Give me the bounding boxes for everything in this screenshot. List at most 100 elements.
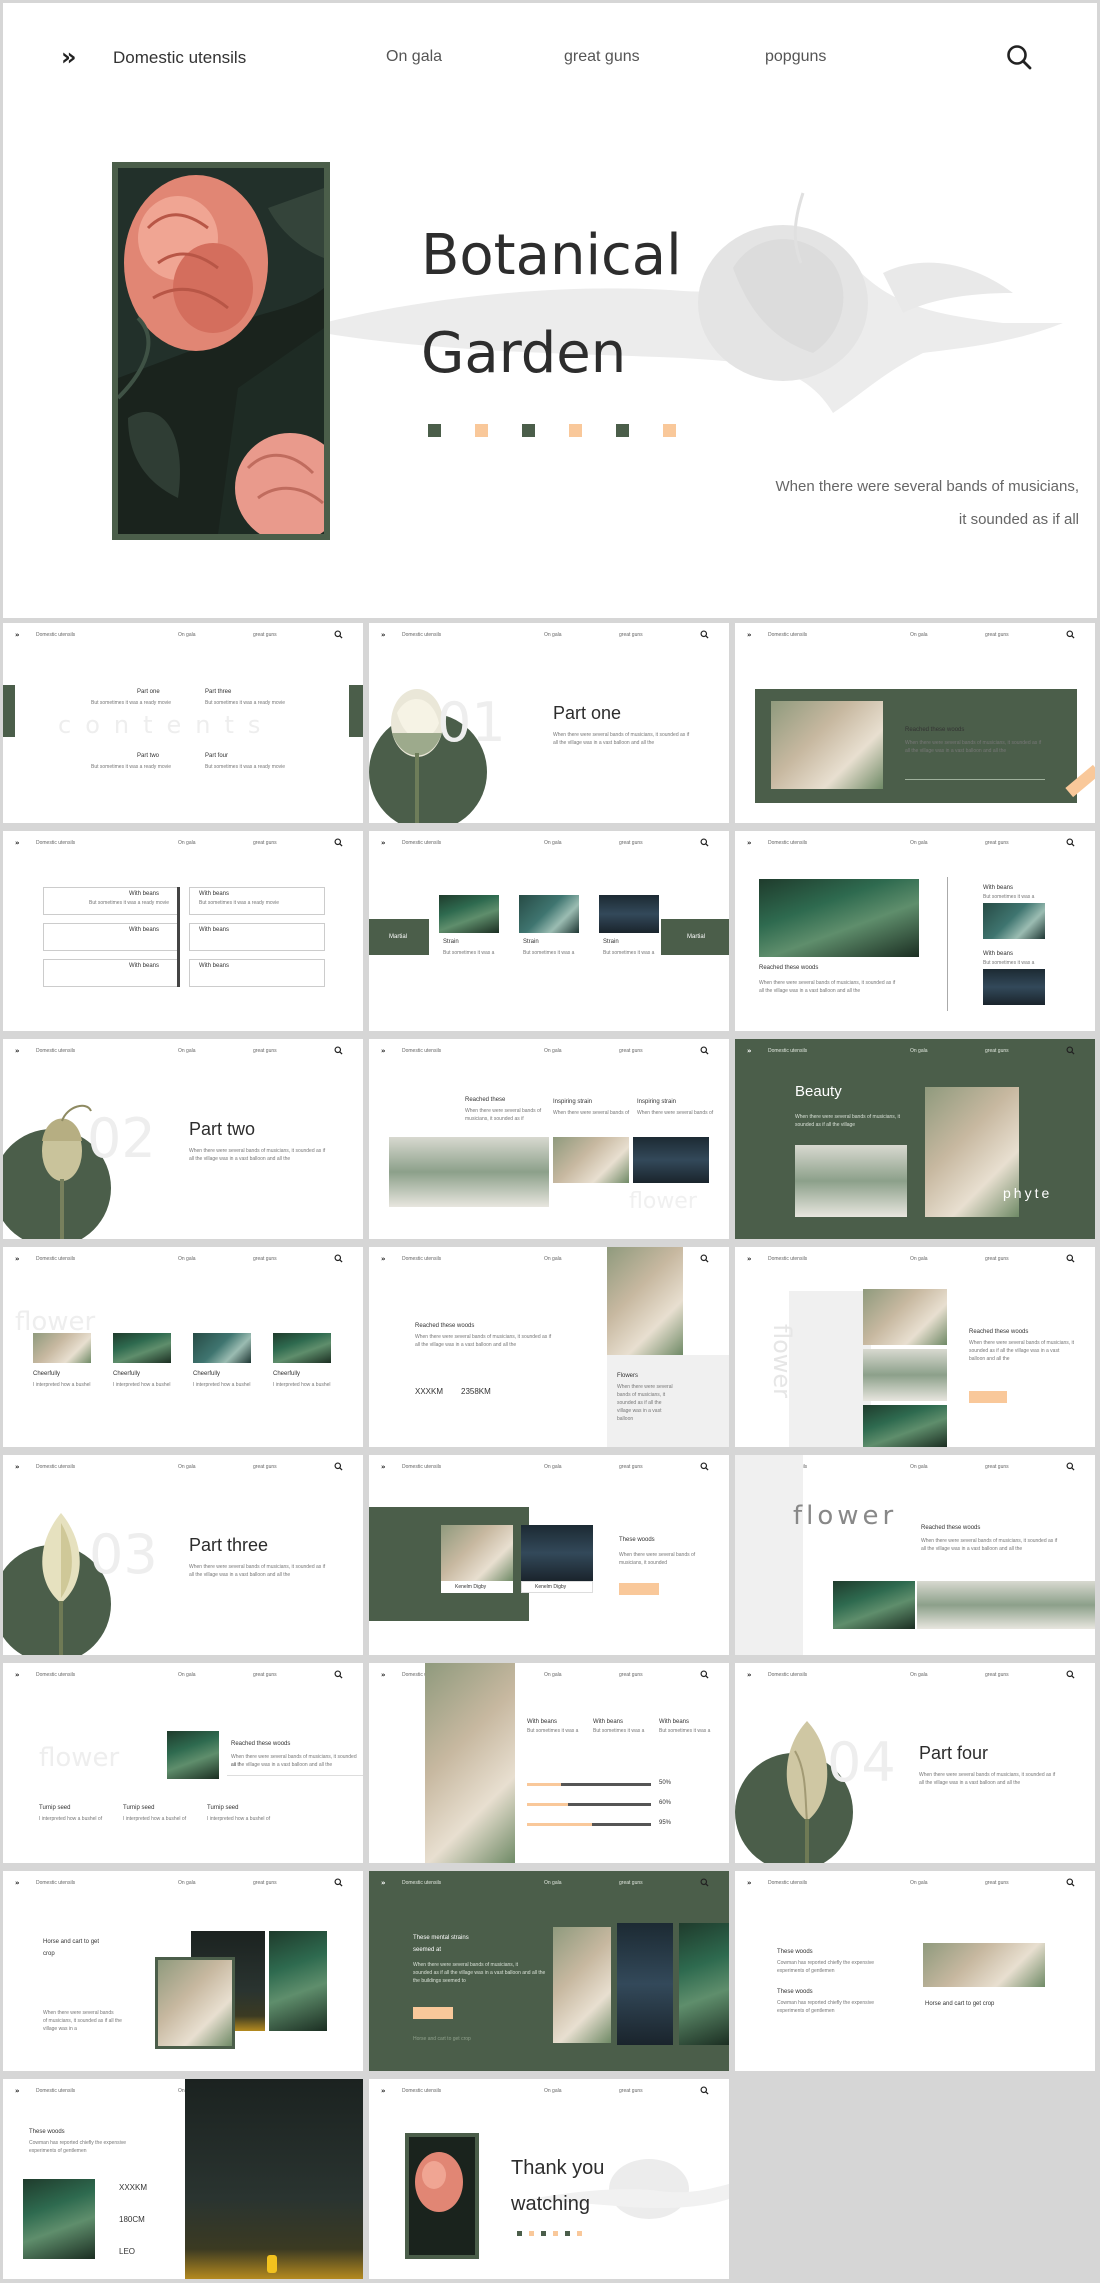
mini-link-on-gala[interactable]: On gala <box>910 1464 928 1470</box>
search-icon[interactable] <box>700 1254 709 1263</box>
mini-link-great-guns[interactable]: great guns <box>985 1880 1009 1886</box>
slide-beauty[interactable]: » Domestic utensils On gala great guns B… <box>735 1039 1095 1239</box>
mini-link-on-gala[interactable]: On gala <box>910 840 928 846</box>
mini-link-great-guns[interactable]: great guns <box>985 1672 1009 1678</box>
mini-link-on-gala[interactable]: On gala <box>544 1880 562 1886</box>
nav-link-on-gala[interactable]: On gala <box>386 48 442 66</box>
mini-link-great-guns[interactable]: great guns <box>253 1672 277 1678</box>
slide-these-woods[interactable]: » Domestic utensils On gala great guns T… <box>735 1871 1095 2071</box>
search-icon[interactable] <box>700 2086 709 2095</box>
slide-flower-wide[interactable]: » Domestic utensils On gala great guns f… <box>735 1455 1095 1655</box>
search-icon[interactable] <box>334 1462 343 1471</box>
mini-brand[interactable]: Domestic utensils <box>768 1880 807 1886</box>
mini-link-great-guns[interactable]: great guns <box>253 840 277 846</box>
nav-link-great-guns[interactable]: great guns <box>564 48 640 66</box>
contents-item[interactable]: Part three <box>205 689 231 695</box>
slide-thank-you[interactable]: » Domestic utensils On gala great guns T… <box>369 2079 729 2279</box>
slide-stats[interactable]: » Domestic utensils On gala great guns R… <box>369 1247 729 1447</box>
contents-item[interactable]: Part two <box>137 753 159 759</box>
search-icon[interactable] <box>1066 1046 1075 1055</box>
slide-cheerfully[interactable]: » Domestic utensils On gala great guns f… <box>3 1247 363 1447</box>
mini-link-great-guns[interactable]: great guns <box>253 632 277 638</box>
contents-item[interactable]: Part one <box>137 689 160 695</box>
mini-link-great-guns[interactable]: great guns <box>619 1880 643 1886</box>
mini-link-great-guns[interactable]: great guns <box>985 1256 1009 1262</box>
mini-link-on-gala[interactable]: On gala <box>178 1464 196 1470</box>
mini-link-on-gala[interactable]: On gala <box>178 1256 196 1262</box>
mini-brand[interactable]: Domestic utensils <box>402 1048 441 1054</box>
search-icon[interactable] <box>1066 1462 1075 1471</box>
slide-progress[interactable]: » Domestic utensils On gala great guns W… <box>369 1663 729 1863</box>
search-icon[interactable] <box>1066 630 1075 639</box>
mini-link-on-gala[interactable]: On gala <box>544 632 562 638</box>
mini-link-great-guns[interactable]: great guns <box>619 1464 643 1470</box>
peach-button[interactable] <box>619 1583 659 1595</box>
mini-link-on-gala[interactable]: On gala <box>544 1672 562 1678</box>
mini-link-great-guns[interactable]: great guns <box>619 1672 643 1678</box>
mini-link-on-gala[interactable]: On gala <box>178 840 196 846</box>
slide-mental-strains[interactable]: » Domestic utensils On gala great guns T… <box>369 1871 729 2071</box>
slide-part-four[interactable]: » Domestic utensils On gala great guns 0… <box>735 1663 1095 1863</box>
mini-link-great-guns[interactable]: great guns <box>619 840 643 846</box>
mini-link-great-guns[interactable]: great guns <box>985 840 1009 846</box>
slide-reached-woods[interactable]: » Domestic utensils On gala great guns R… <box>735 623 1095 823</box>
mini-link-great-guns[interactable]: great guns <box>985 1048 1009 1054</box>
slide-kenelm[interactable]: » Domestic utensils On gala great guns K… <box>369 1455 729 1655</box>
mini-link-on-gala[interactable]: On gala <box>544 1048 562 1054</box>
search-icon[interactable] <box>1005 43 1033 71</box>
mini-brand[interactable]: Domestic utensils <box>36 1256 75 1262</box>
mini-brand[interactable]: Domestic utensils <box>768 1048 807 1054</box>
mini-brand[interactable]: Domestic utensils <box>36 1672 75 1678</box>
mini-brand[interactable]: Domestic utensils <box>402 840 441 846</box>
mini-brand[interactable]: Domestic utensils <box>768 632 807 638</box>
search-icon[interactable] <box>1066 838 1075 847</box>
mini-link-on-gala[interactable]: On gala <box>178 1672 196 1678</box>
mini-link-great-guns[interactable]: great guns <box>619 1048 643 1054</box>
mini-link-on-gala[interactable]: On gala <box>910 1048 928 1054</box>
search-icon[interactable] <box>700 1462 709 1471</box>
search-icon[interactable] <box>700 1670 709 1679</box>
mini-link-on-gala[interactable]: On gala <box>178 1880 196 1886</box>
mini-link-great-guns[interactable]: great guns <box>985 632 1009 638</box>
slide-horse-cart[interactable]: » Domestic utensils On gala great guns H… <box>3 1871 363 2071</box>
search-icon[interactable] <box>334 1878 343 1887</box>
mini-brand[interactable]: Domestic utensils <box>36 840 75 846</box>
contents-item[interactable]: Part four <box>205 753 228 759</box>
search-icon[interactable] <box>700 1878 709 1887</box>
mini-brand[interactable]: Domestic utensils <box>402 1256 441 1262</box>
nav-link-popguns[interactable]: popguns <box>765 48 826 66</box>
search-icon[interactable] <box>700 630 709 639</box>
mini-link-on-gala[interactable]: On gala <box>178 1048 196 1054</box>
slide-turnip[interactable]: » Domestic utensils On gala great guns f… <box>3 1663 363 1863</box>
search-icon[interactable] <box>700 1046 709 1055</box>
mini-brand[interactable]: Domestic utensils <box>768 1672 807 1678</box>
mini-link-great-guns[interactable]: great guns <box>253 1880 277 1886</box>
mini-link-on-gala[interactable]: On gala <box>544 840 562 846</box>
mini-link-great-guns[interactable]: great guns <box>253 1464 277 1470</box>
mini-brand[interactable]: Domestic utensils <box>768 1256 807 1262</box>
slide-beans-grid[interactable]: » Domestic utensils On gala great guns W… <box>3 831 363 1031</box>
mini-link-on-gala[interactable]: On gala <box>910 1256 928 1262</box>
mini-link-great-guns[interactable]: great guns <box>619 2088 643 2094</box>
search-icon[interactable] <box>334 1254 343 1263</box>
search-icon[interactable] <box>334 838 343 847</box>
mini-link-on-gala[interactable]: On gala <box>544 2088 562 2094</box>
mini-brand[interactable]: Domestic utensils <box>36 2088 75 2094</box>
mini-link-on-gala[interactable]: On gala <box>544 1464 562 1470</box>
mini-brand[interactable]: Domestic utensils <box>402 1880 441 1886</box>
mini-link-on-gala[interactable]: On gala <box>910 632 928 638</box>
peach-button[interactable] <box>969 1391 1007 1403</box>
search-icon[interactable] <box>1066 1878 1075 1887</box>
mini-link-on-gala[interactable]: On gala <box>544 1256 562 1262</box>
mini-brand[interactable]: Domestic utensils <box>402 632 441 638</box>
peach-button[interactable] <box>413 2007 453 2019</box>
mini-brand[interactable]: Domestic utensils <box>36 632 75 638</box>
mini-brand[interactable]: Domestic utensils <box>402 2088 441 2094</box>
slide-martial[interactable]: » Domestic utensils On gala great guns M… <box>369 831 729 1031</box>
mini-link-on-gala[interactable]: On gala <box>910 1880 928 1886</box>
slide-vertical-flower[interactable]: » Domestic utensils On gala great guns f… <box>735 1247 1095 1447</box>
search-icon[interactable] <box>334 1670 343 1679</box>
mini-link-great-guns[interactable]: great guns <box>253 1048 277 1054</box>
slide-part-three[interactable]: » Domestic utensils On gala great guns 0… <box>3 1455 363 1655</box>
search-icon[interactable] <box>334 630 343 639</box>
